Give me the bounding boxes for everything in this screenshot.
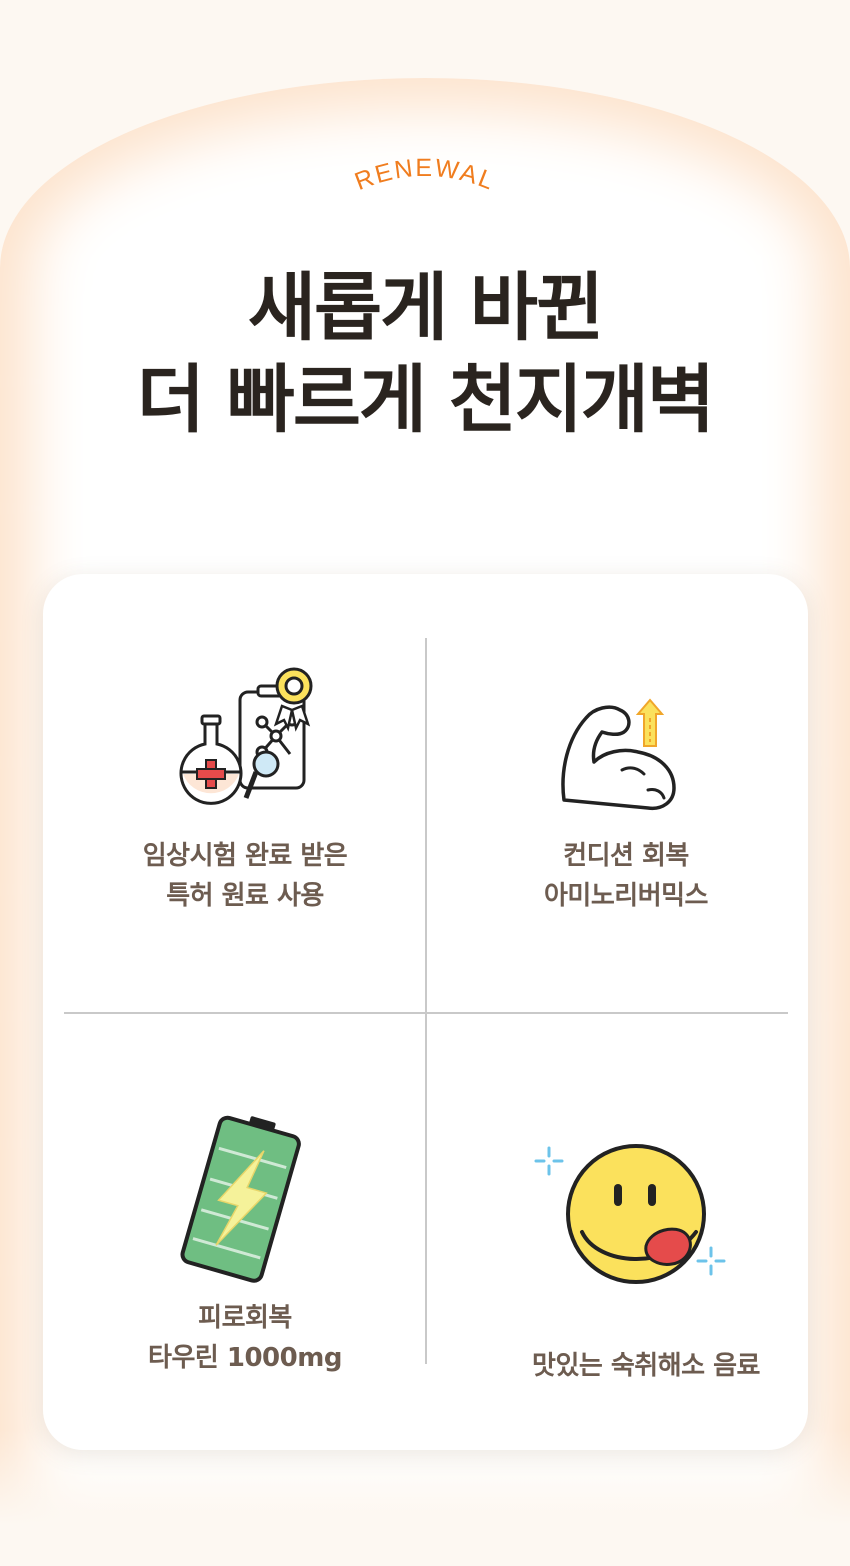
feature-4-line-1: 맛있는 숙취해소 음료 — [532, 1351, 760, 1381]
svg-text:RENEWAL: RENEWAL — [351, 154, 499, 196]
feature-3-text: 피로회복 타우린 1000mg — [64, 1298, 426, 1378]
lab-flask-certificate-icon — [179, 667, 313, 805]
feature-1-line-1: 임상시험 완료 받은 — [142, 841, 348, 871]
feature-2-line-2: 아미노리버믹스 — [544, 881, 708, 911]
headline-line-2: 더 빠르게 천지개벽 — [136, 357, 715, 443]
feature-2-text: 컨디션 회복 아미노리버믹스 — [426, 836, 826, 916]
charging-battery-icon — [180, 1115, 301, 1283]
flexed-arm-muscle-icon — [561, 698, 676, 811]
grid-divider-horizontal — [64, 1012, 788, 1014]
feature-4-text: 맛있는 숙취해소 음료 — [446, 1346, 846, 1386]
feature-3-line-1: 피로회복 — [198, 1303, 292, 1333]
feature-3-line-2: 타우린 1000mg — [148, 1343, 342, 1373]
grid-divider-vertical — [425, 638, 427, 1364]
feature-1-line-2: 특허 원료 사용 — [166, 881, 324, 911]
renewal-badge: RENEWAL — [351, 154, 499, 196]
bottom-fade — [0, 1430, 850, 1566]
headline: 새롭게 바뀐 더 빠르게 천지개벽 — [0, 262, 850, 446]
headline-line-1: 새롭게 바뀐 — [247, 265, 604, 351]
renewal-text: RENEWAL — [351, 154, 497, 196]
feature-2-line-1: 컨디션 회복 — [563, 841, 689, 871]
feature-1-text: 임상시험 완료 받은 특허 원료 사용 — [64, 836, 426, 916]
yummy-smiley-face-icon — [534, 1144, 726, 1284]
